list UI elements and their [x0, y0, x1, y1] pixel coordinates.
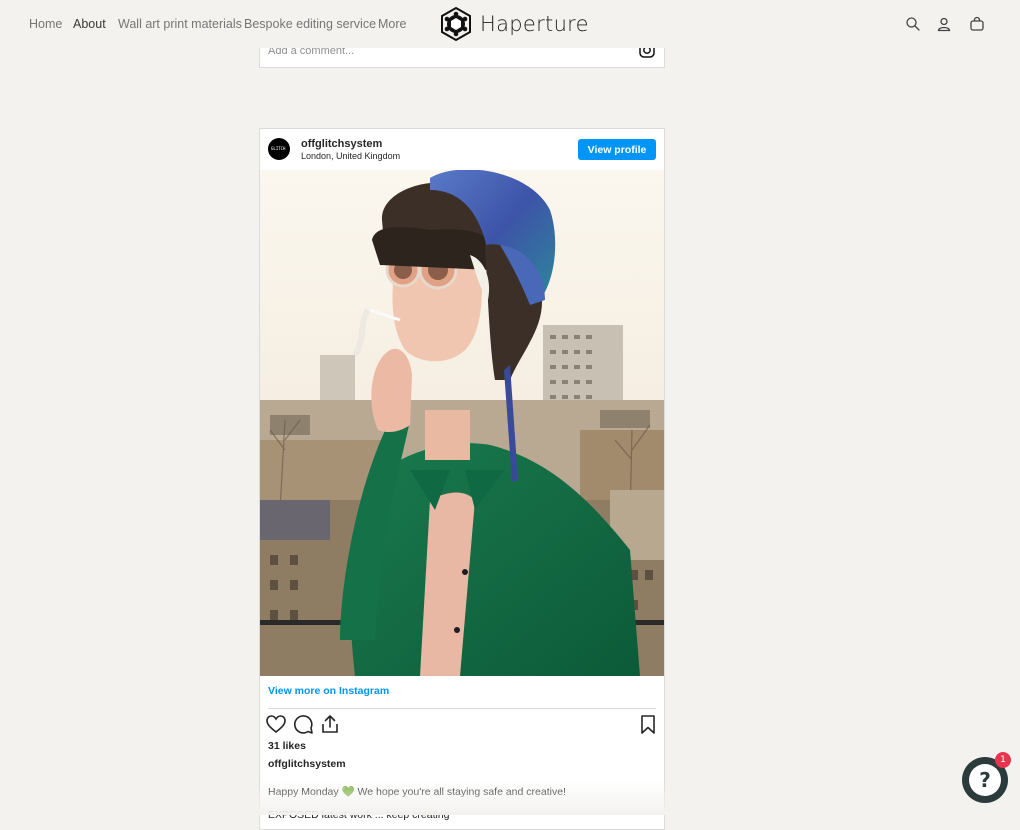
account-icon[interactable]	[936, 16, 952, 32]
aperture-logo-icon	[441, 7, 471, 41]
divider	[268, 708, 656, 709]
nav-link-more[interactable]: More	[378, 17, 406, 31]
instagram-embed: GLITCH offglitchsystem London, United Ki…	[259, 128, 665, 830]
avatar[interactable]: GLITCH	[268, 138, 290, 160]
cart-icon[interactable]	[969, 16, 985, 32]
post-photo[interactable]	[260, 170, 664, 676]
caption-username[interactable]: offglitchsystem	[268, 758, 346, 770]
nav-link-home[interactable]: Home	[29, 17, 62, 31]
post-caption: Happy Monday 💚 We hope you're all stayin…	[268, 786, 566, 798]
help-question-icon: ?	[969, 764, 1001, 796]
comment-icon[interactable]	[292, 713, 314, 735]
post-caption-continued: EXPOSED latest work ... keep creating	[268, 809, 450, 821]
brand-logo[interactable]: Haperture	[440, 6, 589, 42]
notification-badge: 1	[995, 752, 1011, 768]
header-nav: Home About Wall art print materials Besp…	[0, 0, 1020, 48]
nav-link-bespoke-editing[interactable]: Bespoke editing service	[244, 17, 376, 31]
heart-icon[interactable]	[265, 713, 287, 735]
bookmark-icon[interactable]	[637, 713, 659, 735]
avatar-text: GLITCH	[271, 146, 286, 151]
brand-name: Haperture	[480, 12, 589, 36]
share-icon[interactable]	[319, 713, 341, 735]
nav-link-wall-art[interactable]: Wall art print materials	[118, 17, 242, 31]
nav-link-about[interactable]: About	[73, 17, 106, 31]
post-photo-illustration	[260, 170, 664, 676]
post-location[interactable]: London, United Kingdom	[301, 151, 400, 161]
view-more-instagram-link[interactable]: View more on Instagram	[268, 685, 389, 697]
search-icon[interactable]	[905, 16, 921, 32]
post-username[interactable]: offglitchsystem	[301, 138, 382, 150]
view-profile-button[interactable]: View profile	[578, 139, 656, 160]
likes-count[interactable]: 31 likes	[268, 740, 306, 752]
